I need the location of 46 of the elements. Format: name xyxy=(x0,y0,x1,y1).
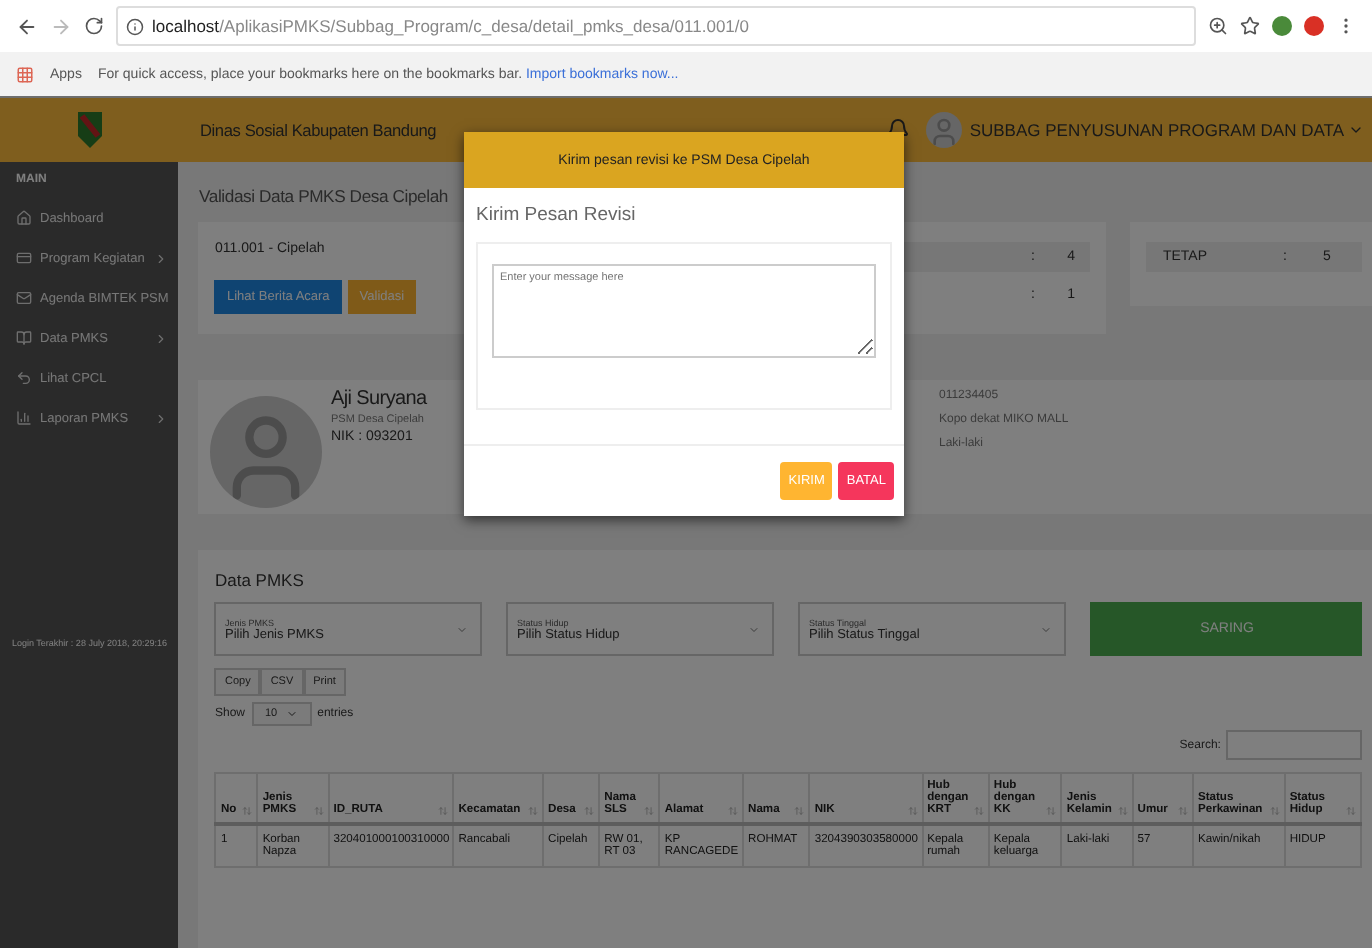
sort-icon[interactable] xyxy=(1346,806,1357,816)
logo-icon xyxy=(76,110,104,150)
sort-icon[interactable] xyxy=(907,806,918,816)
chevron-icon xyxy=(154,251,169,265)
sort-icon[interactable] xyxy=(313,806,324,816)
bar-chart-icon xyxy=(16,410,32,426)
info-icon[interactable] xyxy=(126,17,144,35)
back-icon[interactable] xyxy=(16,15,38,37)
chevron-icon xyxy=(154,411,169,425)
card-icon xyxy=(16,250,32,266)
caret-icon[interactable] xyxy=(1348,122,1364,138)
sort-icon[interactable] xyxy=(1046,806,1057,816)
app-title: Dinas Sosial Kabupaten Bandung xyxy=(198,120,439,140)
sort-icon[interactable] xyxy=(728,806,739,816)
profile-name: Aji Suryana xyxy=(330,388,429,410)
sort-icon[interactable] xyxy=(1177,806,1188,816)
sort-icon[interactable] xyxy=(242,806,253,816)
mail-icon xyxy=(16,290,32,306)
sort-icon[interactable] xyxy=(584,806,595,816)
page-title: Validasi Data PMKS Desa Cipelah xyxy=(198,186,451,206)
undo-icon xyxy=(16,370,32,386)
user-avatar[interactable] xyxy=(925,112,962,148)
address-bar[interactable]: localhost/AplikasiPMKS/Subbag_Program/c_desa/detail_pmks_desa/011.001/0 xyxy=(116,6,1196,46)
caret-icon xyxy=(1040,624,1053,636)
sort-icon[interactable] xyxy=(644,806,655,816)
modal-heading: Kirim Pesan Revisi xyxy=(476,204,638,226)
home-icon xyxy=(16,210,32,226)
search-field[interactable] xyxy=(1226,730,1363,760)
sort-icon[interactable] xyxy=(1117,806,1128,816)
section-title: Data PMKS xyxy=(214,570,306,590)
apps-icon[interactable] xyxy=(16,65,34,83)
star-icon[interactable] xyxy=(1240,16,1260,36)
user-menu[interactable]: SUBBAG PENYUSUNAN PROGRAM DAN DATA xyxy=(969,120,1344,140)
forward-icon[interactable] xyxy=(50,15,72,37)
chevron-icon xyxy=(154,331,169,345)
caret-icon xyxy=(748,624,761,636)
reload-icon[interactable] xyxy=(84,16,104,36)
sort-icon[interactable] xyxy=(794,806,805,816)
sort-icon[interactable] xyxy=(1269,806,1280,816)
caret-icon xyxy=(456,624,469,636)
sort-icon[interactable] xyxy=(528,806,539,816)
caret-icon xyxy=(285,708,298,720)
sort-icon[interactable] xyxy=(438,806,449,816)
zoom-icon[interactable] xyxy=(1208,16,1228,36)
book-icon xyxy=(16,330,32,346)
sort-icon[interactable] xyxy=(973,806,984,816)
